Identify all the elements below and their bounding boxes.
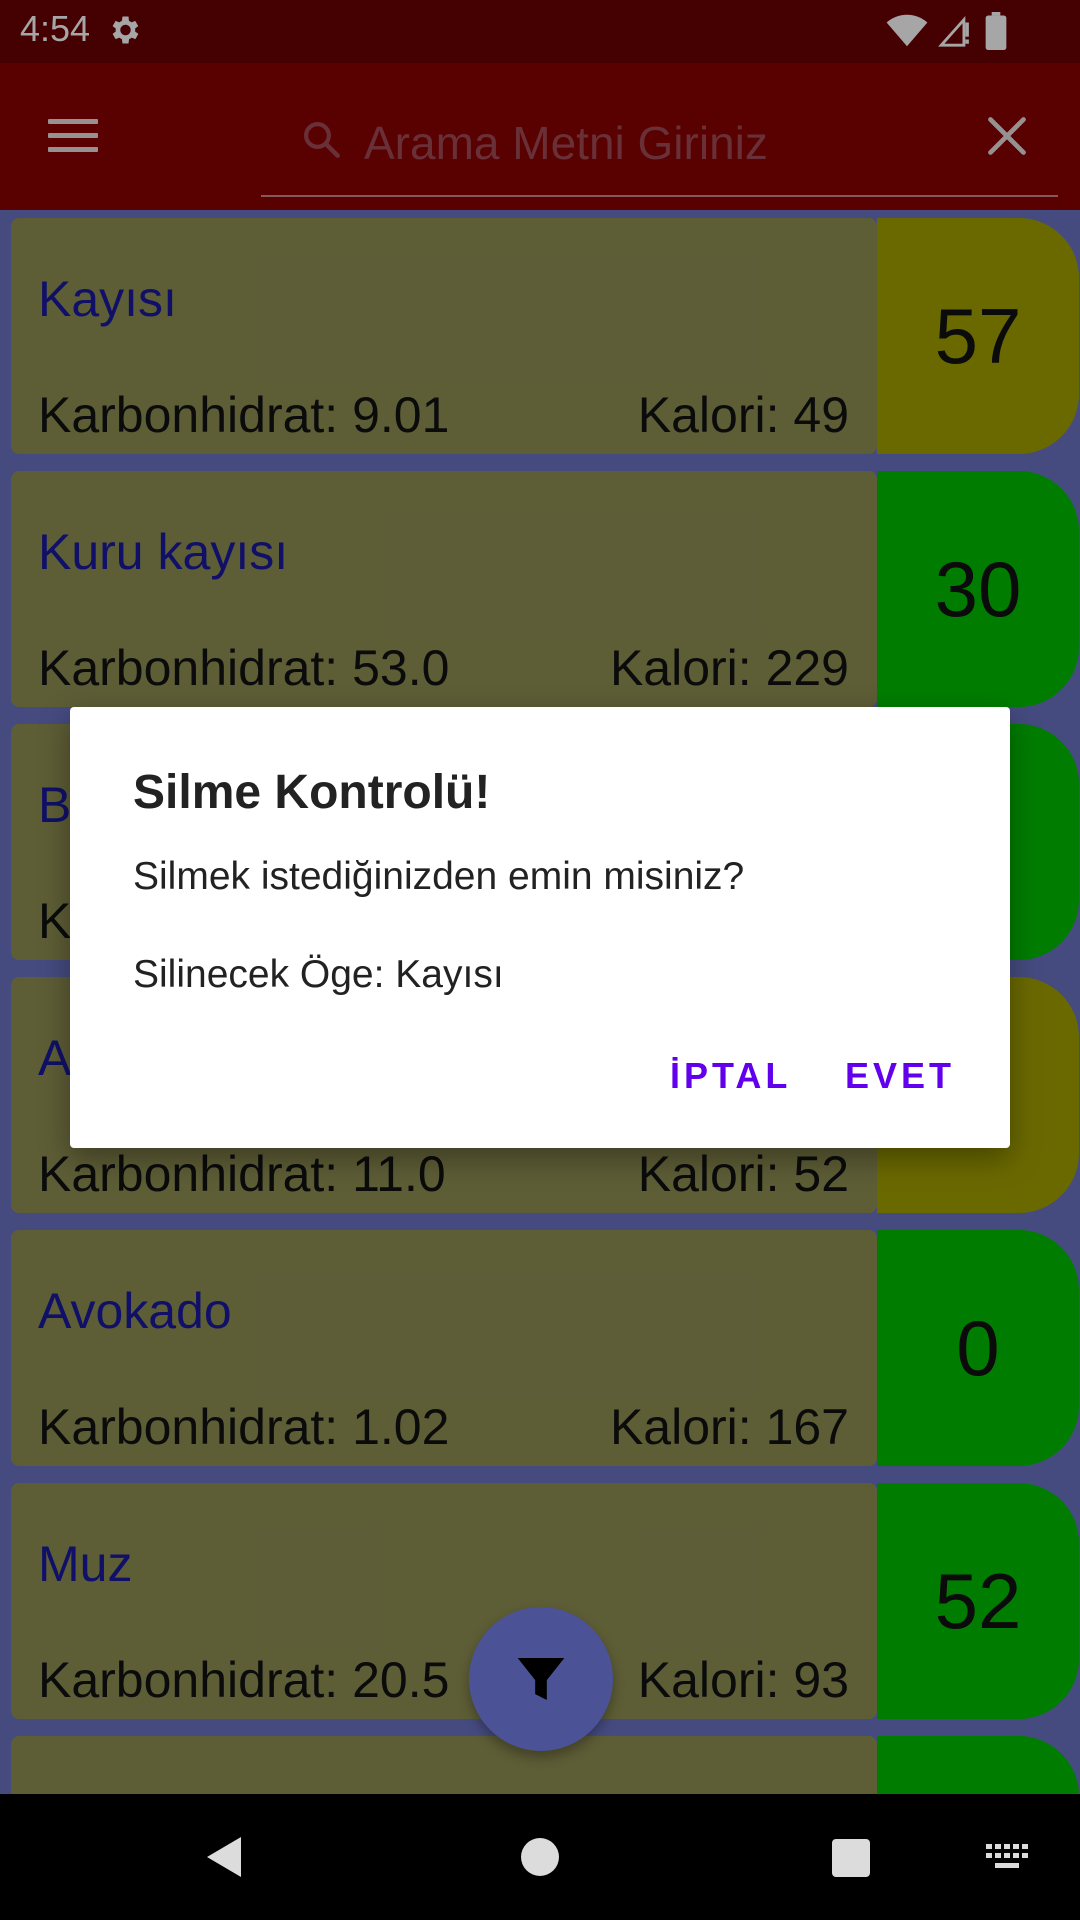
filter-button[interactable] xyxy=(469,1607,613,1751)
system-nav-bar xyxy=(0,1794,1080,1920)
filter-icon xyxy=(517,1658,565,1700)
keyboard-icon[interactable] xyxy=(986,1844,1030,1872)
dialog-item-label: Silinecek Öge: Kayısı xyxy=(133,953,504,996)
back-icon[interactable] xyxy=(205,1835,245,1879)
confirm-button[interactable]: EVET xyxy=(845,1055,955,1097)
recent-apps-icon[interactable] xyxy=(832,1839,870,1877)
dialog-message: Silmek istediğinizden emin misiniz? xyxy=(133,855,745,898)
dialog-title: Silme Kontrolü! xyxy=(133,766,491,819)
cancel-button[interactable]: İPTAL xyxy=(670,1055,791,1097)
delete-confirm-dialog: Silme Kontrolü! Silmek istediğinizden em… xyxy=(70,707,1010,1148)
home-icon[interactable] xyxy=(521,1838,559,1876)
